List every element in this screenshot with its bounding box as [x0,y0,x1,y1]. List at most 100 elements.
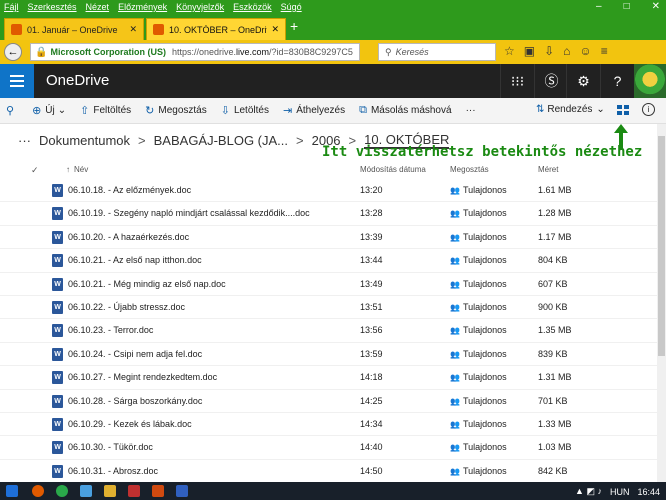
column-sharing[interactable]: Megosztás [450,165,489,174]
table-row[interactable]: W 06.10.21. - Az első nap itthon.doc 13:44… [0,249,666,273]
star-icon[interactable]: ☆ [504,44,515,58]
table-row[interactable]: W 06.10.19. - Szegény napló mindjárt csal… [0,202,666,226]
table-row[interactable]: W 06.10.23. - Terror.doc 13:56 👥 Tulajdonos 1… [0,319,666,343]
tab-january[interactable]: 01. Január – OneDrive ✕ [4,18,144,40]
file-name[interactable]: 06.10.24. - Csipi nem adja fel.doc [68,349,202,359]
menu-tools[interactable]: Eszközök [233,2,272,12]
app-icon[interactable] [128,485,140,497]
close-tab-icon[interactable]: ✕ [271,24,279,35]
help-icon[interactable]: ? [600,64,634,98]
skype-icon[interactable]: Ⓢ [534,64,568,98]
close-window-button[interactable]: ✕ [652,1,660,12]
people-icon: 👥 [450,209,460,219]
table-row[interactable]: W 06.10.20. - A hazaérkezés.doc 13:39 👥 Tula… [0,226,666,250]
table-row[interactable]: W 06.10.30. - Tükör.doc 14:40 👥 Tulajdonos 1.… [0,436,666,460]
word-document-icon: W [52,300,63,314]
menu-history[interactable]: Előzmények [118,2,167,12]
menu-help[interactable]: Súgó [281,2,302,12]
app-icon[interactable] [152,485,164,497]
people-icon: 👥 [450,232,460,242]
language-indicator[interactable]: HUN [610,487,630,497]
table-row[interactable]: W 06.10.21. - Még mindig az első nap.doc 1… [0,273,666,296]
file-name[interactable]: 06.10.30. - Tükör.doc [68,442,153,452]
file-name[interactable]: 06.10.23. - Terror.doc [68,325,153,335]
more-button[interactable]: ··· [466,105,476,116]
file-name[interactable]: 06.10.27. - Megint rendezkedtem.doc [68,372,217,382]
breadcrumb-item[interactable]: Dokumentumok [39,133,130,148]
tray-icons[interactable]: ▲ ◩ ♪ [575,486,602,497]
scrollbar-thumb[interactable] [658,136,665,356]
close-tab-icon[interactable]: ✕ [129,24,137,35]
share-button[interactable]: ↻ Megosztás [145,104,207,117]
menu-view[interactable]: Nézet [86,2,110,12]
minimize-button[interactable]: – [596,1,602,12]
search-button[interactable]: ⚲ [6,104,18,117]
file-name[interactable]: 06.10.21. - Az első nap itthon.doc [68,255,202,265]
file-modified: 13:39 [360,231,383,242]
file-size: 607 KB [538,278,568,289]
tab-strip: 01. Január – OneDrive ✕ 10. OKTÓBER – On… [0,14,666,40]
table-row[interactable]: W 06.10.28. - Sárga boszorkány.doc 14:25 👥 T… [0,390,666,413]
menu-file[interactable]: Fájl [4,2,19,12]
avatar[interactable] [634,64,666,98]
table-row[interactable]: W 06.10.27. - Megint rendezkedtem.doc 14:1… [0,366,666,390]
file-name[interactable]: 06.10.18. - Az előzmények.doc [68,185,191,195]
clipboard-icon[interactable]: ▣ [524,44,535,58]
home-icon[interactable]: ⌂ [563,44,570,58]
chrome-icon[interactable] [56,485,68,497]
sort-button[interactable]: ⇅ Rendezés ⌄ [536,104,605,115]
table-row[interactable]: W 06.10.29. - Kezek és lábak.doc 14:34 👥 Tul… [0,413,666,437]
tab-october[interactable]: 10. OKTÓBER – OneDrive ✕ [146,18,286,40]
download-icon[interactable]: ⇩ [544,44,554,58]
settings-icon[interactable]: ⚙ [566,64,600,98]
smiley-icon[interactable]: ☺ [579,44,591,58]
column-name[interactable]: Név [74,165,88,174]
new-button[interactable]: ⊕ Új ⌄ [32,104,66,117]
table-row[interactable]: W 06.10.31. - Abrosz.doc 14:50 👥 Tulajdonos 8… [0,460,666,484]
search-input[interactable]: ⚲ Keresés [378,43,496,61]
file-size: 1.17 MB [538,231,572,242]
file-sharing: 👥 Tulajdonos [450,255,507,266]
info-icon[interactable]: i [642,103,655,116]
table-row[interactable]: W 06.10.18. - Az előzmények.doc 13:20 👥 Tula… [0,179,666,203]
app-icon[interactable] [176,485,188,497]
column-modified[interactable]: Módosítás dátuma [360,165,426,174]
column-size[interactable]: Méret [538,165,558,174]
menu-bookmarks[interactable]: Könyvjelzők [176,2,224,12]
address-bar[interactable]: 🔒 Microsoft Corporation (US) https://one… [30,43,360,61]
file-name[interactable]: 06.10.28. - Sárga boszorkány.doc [68,396,202,406]
brand-title[interactable]: OneDrive [46,72,109,89]
start-icon[interactable] [6,485,18,497]
select-all-checkbox[interactable]: ✓ [31,165,39,176]
scrollbar[interactable] [657,124,666,482]
breadcrumb-item[interactable]: BABAGÁJ-BLOG (JA... [154,133,288,148]
breadcrumb-overflow[interactable]: ··· [18,133,31,148]
menu-icon[interactable]: ≡ [601,44,608,58]
table-row[interactable]: W 06.10.24. - Csipi nem adja fel.doc 13:59… [0,343,666,367]
word-document-icon: W [52,441,63,455]
file-name[interactable]: 06.10.22. - Újabb stressz.doc [68,302,185,312]
browser-icon[interactable] [80,485,92,497]
firefox-icon[interactable] [32,485,44,497]
menu-edit[interactable]: Szerkesztés [28,2,77,12]
file-name[interactable]: 06.10.31. - Abrosz.doc [68,466,158,476]
word-document-icon: W [52,324,63,338]
clock[interactable]: 16:44 [637,487,660,497]
people-icon: 👥 [450,419,460,429]
download-button[interactable]: ⇩ Letöltés [221,104,269,117]
move-button[interactable]: ⇥ Áthelyezés [283,104,345,117]
back-button[interactable]: ← [4,43,22,61]
maximize-button[interactable]: □ [624,1,630,12]
view-switch-icon[interactable] [617,105,629,115]
upload-button[interactable]: ⇧ Feltöltés [80,104,131,117]
file-name[interactable]: 06.10.20. - A hazaérkezés.doc [68,232,189,242]
app-grid-icon[interactable]: ⁝⁝⁝ [500,64,534,98]
folder-icon[interactable] [104,485,116,497]
file-name[interactable]: 06.10.19. - Szegény napló mindjárt csalá… [68,208,310,218]
new-tab-button[interactable]: + [290,18,298,34]
copy-to-button[interactable]: ⧉ Másolás máshová [359,104,451,117]
file-name[interactable]: 06.10.21. - Még mindig az első nap.doc [68,279,226,289]
table-row[interactable]: W 06.10.22. - Újabb stressz.doc 13:51 👥 Tula… [0,296,666,320]
file-name[interactable]: 06.10.29. - Kezek és lábak.doc [68,419,192,429]
app-launcher-button[interactable] [0,64,34,98]
